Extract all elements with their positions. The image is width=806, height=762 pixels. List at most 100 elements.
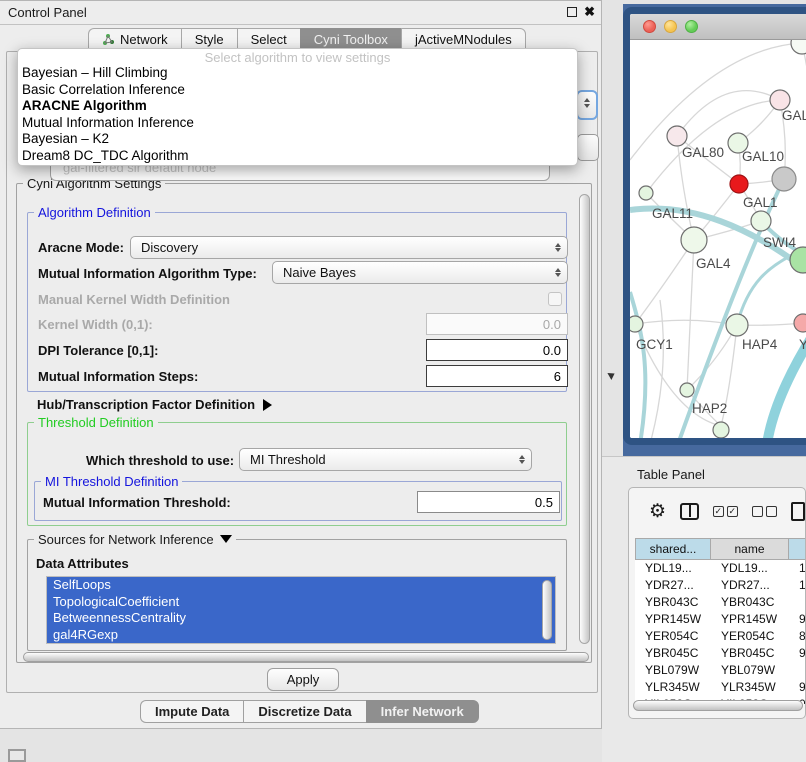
mi-type-combobox[interactable]: Naive Bayes	[272, 261, 568, 284]
tab-impute-data[interactable]: Impute Data	[140, 700, 243, 723]
tab-cyni-label: Cyni Toolbox	[314, 32, 388, 47]
hidden-combobox-stepper[interactable]	[577, 134, 599, 161]
table-hscrollbar[interactable]	[633, 700, 803, 711]
column-layout-icon[interactable]	[680, 503, 699, 520]
attribute-item-selected[interactable]: gal4RGexp	[47, 627, 555, 644]
network-canvas[interactable]: GAL GAL80 GAL10 GAL11 GAL1 SWI4 GAL4 GCY…	[630, 40, 806, 444]
node-selected-red[interactable]	[730, 175, 748, 193]
tab-infer-label: Infer Network	[381, 704, 464, 719]
settings-hscrollbar-thumb[interactable]	[23, 652, 589, 662]
dpi-tolerance-field[interactable]: 0.0	[426, 339, 568, 361]
node-gray[interactable]	[772, 167, 796, 191]
node-unlabeled[interactable]	[791, 40, 806, 54]
node-gal1[interactable]	[751, 211, 771, 231]
table-row[interactable]: YDL19...YDL19...13	[635, 560, 806, 577]
manual-kernel-checkbox[interactable]	[548, 292, 562, 306]
apply-button[interactable]: Apply	[267, 668, 339, 691]
node-hap4[interactable]	[726, 314, 748, 336]
table-header-row: shared... name A	[635, 538, 806, 560]
dropdown-item[interactable]: Dream8 DC_TDC Algorithm	[18, 148, 577, 165]
node-gal11[interactable]	[639, 186, 653, 200]
table-row[interactable]: YDR27...YDR27...12	[635, 577, 806, 594]
table-hscrollbar-thumb[interactable]	[633, 700, 803, 711]
algorithm-dropdown-list: Select algorithm to view settings Bayesi…	[17, 48, 578, 166]
node-label: HAP2	[692, 401, 727, 416]
dropdown-item[interactable]: Bayesian – Hill Climbing	[18, 65, 577, 82]
node-gal-partial[interactable]	[770, 90, 790, 110]
tab-select-label: Select	[251, 32, 287, 47]
mi-threshold-label: Mutual Information Threshold:	[43, 495, 231, 510]
cyni-algorithm-settings-group: Cyni Algorithm Settings Algorithm Defini…	[16, 183, 592, 663]
expander-down-icon	[220, 535, 232, 543]
dropdown-item[interactable]: Mutual Information Inference	[18, 115, 577, 132]
minimize-traffic-light-icon[interactable]	[664, 20, 677, 33]
data-attributes-list[interactable]: SelfLoops TopologicalCoefficient Between…	[46, 576, 556, 644]
tab-infer-network[interactable]: Infer Network	[366, 700, 479, 723]
cell: 9.	[789, 645, 806, 662]
hub-tf-expander[interactable]: Hub/Transcription Factor Definition	[37, 396, 272, 414]
cell: YLR345W	[711, 679, 789, 696]
algorithm-combobox-stepper[interactable]	[576, 90, 598, 120]
algorithm-definition-title: Algorithm Definition	[34, 205, 155, 220]
column-header-name[interactable]: name	[711, 538, 789, 560]
deselect-all-checkboxes-icon[interactable]	[752, 506, 777, 517]
mi-threshold-field[interactable]: 0.5	[417, 491, 560, 513]
node-y-partial[interactable]	[794, 314, 806, 332]
attribute-item-selected[interactable]: TopologicalCoefficient	[47, 594, 555, 611]
node-swi4[interactable]	[790, 247, 806, 273]
kernel-width-field[interactable]: 0.0	[426, 313, 568, 335]
close-traffic-light-icon[interactable]	[643, 20, 656, 33]
threshold-definition-group: Threshold Definition Which threshold to …	[27, 422, 567, 526]
node-gal80[interactable]	[667, 126, 687, 146]
table-row[interactable]: YER054CYER054C8.	[635, 628, 806, 645]
node-gal4[interactable]	[681, 227, 707, 253]
zoom-traffic-light-icon[interactable]	[685, 20, 698, 33]
which-threshold-combobox[interactable]: MI Threshold	[239, 448, 532, 471]
node-label: GCY1	[636, 337, 673, 352]
table-row[interactable]: YLR345WYLR345W9.	[635, 679, 806, 696]
cell: 8.	[789, 628, 806, 645]
float-window-icon[interactable]	[567, 7, 577, 17]
mouse-cursor	[607, 370, 616, 380]
document-icon[interactable]	[791, 502, 805, 521]
list-scrollbar-thumb[interactable]	[542, 580, 552, 640]
attribute-item-selected[interactable]: SelfLoops	[47, 577, 555, 594]
network-window-titlebar[interactable]	[630, 14, 806, 40]
tab-discretize-data[interactable]: Discretize Data	[243, 700, 365, 723]
cell: YDL19...	[635, 560, 711, 577]
control-panel-window: Control Panel ✖ Network Style Select Cyn…	[0, 0, 602, 729]
tab-impute-label: Impute Data	[155, 704, 229, 719]
minimized-panel-icon[interactable]	[8, 749, 26, 762]
sources-title[interactable]: Sources for Network Inference	[34, 532, 236, 547]
node-hap2[interactable]	[680, 383, 694, 397]
node-gcy1[interactable]	[630, 316, 643, 332]
table-row[interactable]: YBR043CYBR043C	[635, 594, 806, 611]
network-view-window[interactable]: GAL GAL80 GAL10 GAL11 GAL1 SWI4 GAL4 GCY…	[623, 7, 806, 445]
dropdown-item[interactable]: Bayesian – K2	[18, 131, 577, 148]
tab-style-label: Style	[195, 32, 224, 47]
mi-steps-field[interactable]: 6	[426, 365, 568, 387]
tab-discretize-label: Discretize Data	[258, 704, 351, 719]
cyni-bottom-tabs: Impute Data Discretize Data Infer Networ…	[140, 700, 479, 723]
select-all-checkboxes-icon[interactable]: ✓✓	[713, 506, 738, 517]
table-row[interactable]: YPR145WYPR145W9.	[635, 611, 806, 628]
attribute-item-selected[interactable]: BetweennessCentrality	[47, 610, 555, 627]
table-row[interactable]: YBL079WYBL079W	[635, 662, 806, 679]
close-icon[interactable]: ✖	[584, 4, 595, 20]
tab-jactive-label: jActiveMNodules	[415, 32, 512, 47]
dropdown-item-aracne[interactable]: ARACNE Algorithm	[18, 98, 577, 115]
aracne-mode-combobox[interactable]: Discovery	[130, 236, 568, 259]
cell	[789, 662, 806, 679]
dropdown-item[interactable]: Basic Correlation Inference	[18, 82, 577, 99]
cell: YER054C	[635, 628, 711, 645]
cell: YPR145W	[635, 611, 711, 628]
node-bottom-cut[interactable]	[713, 422, 729, 438]
settings-scrollbar-thumb[interactable]	[579, 194, 590, 644]
column-header-partial[interactable]: A	[789, 538, 806, 560]
cell: YDR27...	[635, 577, 711, 594]
stepper-arrows-icon	[551, 268, 567, 277]
gear-icon[interactable]: ⚙	[649, 502, 666, 521]
cell: YER054C	[711, 628, 789, 645]
table-row[interactable]: YBR045CYBR045C9.	[635, 645, 806, 662]
column-header-shared[interactable]: shared...	[635, 538, 711, 560]
